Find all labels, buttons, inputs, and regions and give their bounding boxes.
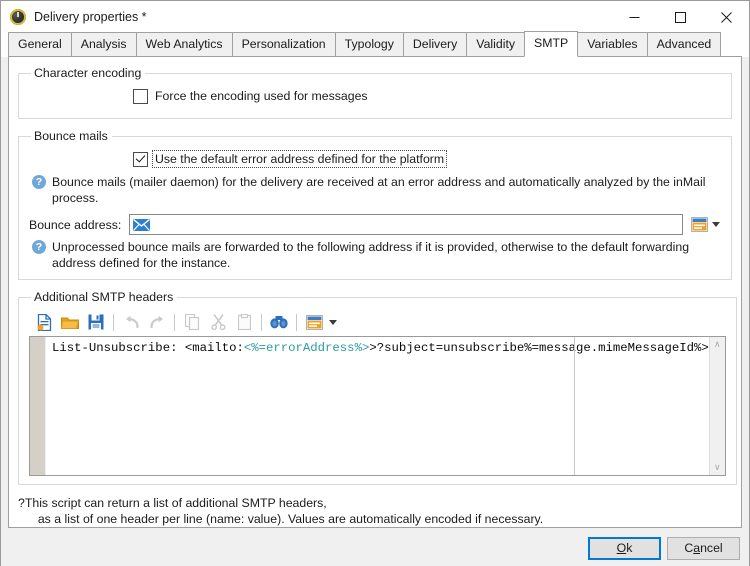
script-editor-toolbar: [29, 308, 726, 336]
save-icon[interactable]: [83, 310, 109, 334]
dialog-footer: Ok Ca ncel: [1, 528, 749, 566]
tab-typology[interactable]: Typology: [334, 32, 404, 57]
binoculars-icon[interactable]: [266, 310, 292, 334]
force-encoding-label: Force the encoding used for messages: [155, 89, 368, 103]
character-encoding-group: Character encoding Force the encoding us…: [18, 66, 732, 119]
default-error-address-label: Use the default error address defined fo…: [151, 150, 448, 168]
toolbar-chevron-down-icon[interactable]: [327, 310, 338, 334]
redo-icon[interactable]: [144, 310, 170, 334]
toolbar-separator: [113, 313, 114, 331]
script-help-hint: ? This script can return a list of addit…: [18, 495, 732, 527]
code-variable: <%=errorAddress%>: [243, 341, 370, 355]
ok-button[interactable]: Ok: [588, 536, 661, 560]
editor-vertical-scrollbar[interactable]: ∧ ∨: [708, 337, 725, 475]
window-title: Delivery properties *: [34, 10, 147, 24]
script-editor[interactable]: List-Unsubscribe: <mailto:<%=errorAddres…: [29, 336, 726, 476]
script-help-line2: as a list of one header per line (name: …: [37, 512, 544, 526]
tab-personalization[interactable]: Personalization: [231, 32, 336, 57]
title-bar: Delivery properties *: [1, 1, 749, 33]
force-encoding-checkbox[interactable]: Force the encoding used for messages: [133, 88, 370, 104]
bounce-mails-group: Bounce mails Use the default error addre…: [18, 129, 732, 280]
checkbox-box: [133, 88, 148, 104]
app-icon: [10, 9, 26, 25]
toolbar-separator: [261, 313, 262, 331]
editor-code[interactable]: List-Unsubscribe: <mailto:<%=errorAddres…: [46, 337, 709, 475]
smtp-tab-panel: Character encoding Force the encoding us…: [8, 57, 742, 528]
cancel-accelerator: a: [693, 541, 701, 555]
bounce-forward-hint: ? Unprocessed bounce mails are forwarded…: [29, 239, 721, 271]
bounce-forward-hint-text: Unprocessed bounce mails are forwarded t…: [52, 239, 721, 271]
paste-icon[interactable]: [231, 310, 257, 334]
force-encoding-row: Force the encoding used for messages: [29, 84, 721, 110]
ok-accelerator: O: [616, 541, 627, 555]
bounce-mails-hint-text: Bounce mails (mailer daemon) for the del…: [52, 175, 706, 205]
cancel-button[interactable]: Ca ncel: [667, 536, 740, 560]
personalization-field-icon[interactable]: [301, 310, 327, 334]
bounce-address-label: Bounce address:: [29, 217, 122, 232]
scroll-up-icon[interactable]: ∧: [714, 340, 721, 349]
additional-smtp-headers-group: Additional SMTP headers List-Unsubscribe…: [18, 290, 737, 485]
undo-icon[interactable]: [118, 310, 144, 334]
personalization-field-icon[interactable]: [688, 214, 710, 235]
cut-icon[interactable]: [205, 310, 231, 334]
character-encoding-legend: Character encoding: [34, 66, 142, 80]
help-icon: ?: [32, 240, 46, 254]
cancel-label-pre: C: [684, 541, 694, 555]
close-button[interactable]: [703, 1, 749, 33]
tab-delivery[interactable]: Delivery: [402, 32, 468, 57]
new-file-icon[interactable]: [31, 310, 57, 334]
toolbar-separator: [296, 313, 297, 331]
ok-label-rest: k: [626, 541, 633, 555]
bounce-address-row: Bounce address:: [29, 214, 721, 235]
tab-validity[interactable]: Validity: [466, 32, 526, 57]
window-controls: [611, 1, 749, 33]
editor-gutter: [30, 337, 46, 475]
code-prefix: List-Unsubscribe: <mailto:: [52, 341, 244, 355]
help-icon: ?: [18, 496, 25, 510]
default-error-address-checkbox[interactable]: Use the default error address defined fo…: [133, 150, 448, 168]
default-error-address-row: Use the default error address defined fo…: [29, 147, 721, 173]
help-icon: ?: [32, 175, 46, 189]
cancel-label-rest: ncel: [700, 541, 723, 555]
tab-web-analytics[interactable]: Web Analytics: [135, 32, 233, 57]
copy-icon[interactable]: [179, 310, 205, 334]
minimize-button[interactable]: [611, 1, 657, 33]
delivery-properties-dialog: Delivery properties * General Analysis W…: [0, 0, 750, 566]
tab-general[interactable]: General: [8, 32, 72, 57]
tab-analysis[interactable]: Analysis: [70, 32, 137, 57]
bounce-mails-legend: Bounce mails: [34, 129, 108, 143]
bounce-mails-hint: ? Bounce mails (mailer daemon) for the d…: [29, 174, 721, 206]
additional-smtp-headers-legend: Additional SMTP headers: [34, 290, 174, 304]
tab-variables[interactable]: Variables: [577, 32, 648, 57]
script-help-line1: This script can return a list of additio…: [24, 496, 327, 510]
open-folder-icon[interactable]: [57, 310, 83, 334]
chevron-down-icon[interactable]: [710, 214, 721, 235]
maximize-button[interactable]: [657, 1, 703, 33]
scroll-down-icon[interactable]: ∨: [714, 463, 721, 472]
envelope-icon: [133, 218, 151, 231]
editor-margin-line: [574, 337, 575, 475]
tab-advanced[interactable]: Advanced: [646, 32, 722, 57]
bounce-address-input[interactable]: [129, 214, 683, 235]
checkbox-box: [133, 151, 148, 167]
bounce-forward-hint-line2: for the instance.: [142, 256, 231, 270]
code-suffix: >?subject=unsubscribe%=message.mimeMessa…: [369, 341, 709, 355]
tab-strip: General Analysis Web Analytics Personali…: [1, 31, 749, 57]
toolbar-separator: [174, 313, 175, 331]
tab-smtp[interactable]: SMTP: [524, 31, 579, 57]
ok-label-pre: O: [617, 541, 627, 555]
